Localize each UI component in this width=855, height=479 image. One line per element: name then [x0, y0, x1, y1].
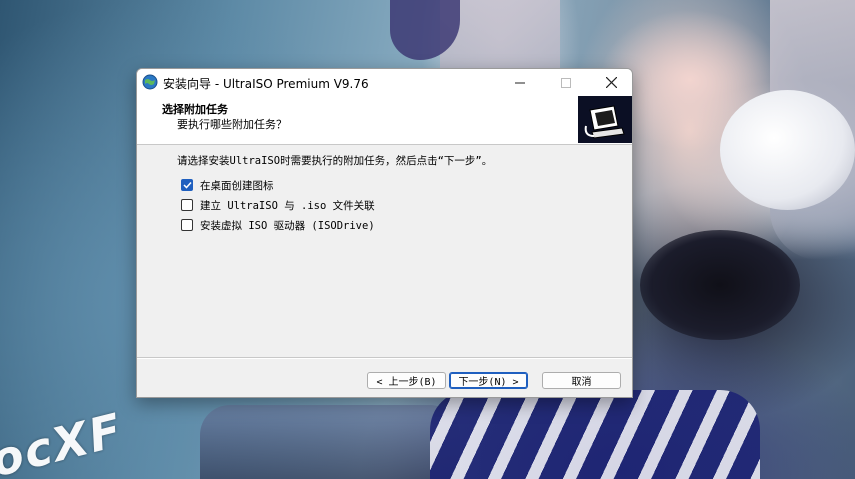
- page-subtitle: 要执行哪些附加任务？: [177, 118, 287, 131]
- task-label: 在桌面创建图标: [200, 179, 274, 192]
- wallpaper-collar: [640, 230, 800, 340]
- wallpaper-watermark: ocXF: [0, 402, 129, 479]
- wallpaper-dress: [430, 390, 760, 479]
- checkmark-icon: [182, 181, 192, 189]
- checkbox-unchecked[interactable]: [181, 219, 193, 231]
- back-button[interactable]: < 上一步(B): [367, 372, 446, 389]
- close-button[interactable]: [588, 69, 632, 96]
- installer-computer-icon: [578, 96, 632, 143]
- maximize-icon: [561, 77, 571, 88]
- wallpaper-glove: [720, 90, 855, 210]
- window-title: 安装向导 - UltraISO Premium V9.76: [163, 77, 369, 91]
- minimize-icon: [515, 82, 525, 83]
- checkbox-checked[interactable]: [181, 179, 193, 191]
- task-virtual-drive[interactable]: 安装虚拟 ISO 驱动器 (ISODrive): [181, 217, 375, 233]
- task-desktop-icon[interactable]: 在桌面创建图标: [181, 177, 274, 193]
- next-button[interactable]: 下一步(N) >: [449, 372, 528, 389]
- wallpaper-sleeve: [200, 405, 460, 479]
- task-label: 建立 UltraISO 与 .iso 文件关联: [200, 199, 375, 212]
- checkbox-unchecked[interactable]: [181, 199, 193, 211]
- page-title: 选择附加任务: [162, 103, 228, 116]
- title-bar[interactable]: 安装向导 - UltraISO Premium V9.76: [137, 69, 632, 96]
- globe-disc-icon: [142, 74, 158, 90]
- setup-wizard-dialog: 安装向导 - UltraISO Premium V9.76 选择附加任务 要执行…: [136, 68, 633, 398]
- instruction-text: 请选择安装UltraISO时需要执行的附加任务，然后点击“下一步”。: [177, 155, 493, 167]
- cancel-button[interactable]: 取消: [542, 372, 621, 389]
- wizard-header: 选择附加任务 要执行哪些附加任务？: [137, 96, 632, 145]
- task-iso-association[interactable]: 建立 UltraISO 与 .iso 文件关联: [181, 197, 375, 213]
- footer-divider: [137, 357, 632, 359]
- maximize-button[interactable]: [543, 69, 589, 96]
- close-icon: [605, 77, 617, 88]
- minimize-button[interactable]: [497, 69, 543, 96]
- task-label: 安装虚拟 ISO 驱动器 (ISODrive): [200, 219, 375, 232]
